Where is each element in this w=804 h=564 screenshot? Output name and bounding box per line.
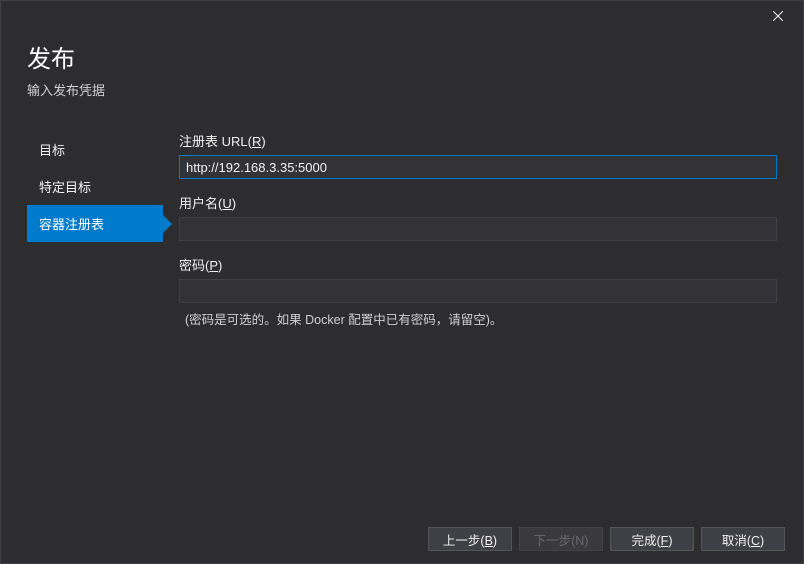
sidebar-item-label: 目标: [39, 143, 65, 158]
cancel-button[interactable]: 取消(C): [701, 527, 785, 551]
sidebar-item-target[interactable]: 目标: [27, 131, 163, 168]
main-content: 目标 特定目标 容器注册表 注册表 URL(R) 用户名(U) 密码(P): [1, 117, 803, 517]
dialog-subtitle: 输入发布凭据: [27, 80, 777, 99]
next-button: 下一步(N): [519, 527, 603, 551]
registry-url-group: 注册表 URL(R): [179, 131, 777, 179]
sidebar-item-label: 容器注册表: [39, 217, 104, 232]
password-input[interactable]: [179, 279, 777, 303]
registry-url-label: 注册表 URL(R): [179, 131, 777, 150]
username-group: 用户名(U): [179, 193, 777, 241]
password-help-text: (密码是可选的。如果 Docker 配置中已有密码，请留空)。: [179, 309, 777, 328]
close-button[interactable]: [763, 1, 793, 31]
password-label: 密码(P): [179, 255, 777, 274]
titlebar: [1, 1, 803, 31]
password-group: 密码(P) (密码是可选的。如果 Docker 配置中已有密码，请留空)。: [179, 255, 777, 328]
dialog-header: 发布 输入发布凭据: [1, 31, 803, 117]
dialog-title: 发布: [27, 39, 777, 74]
username-input[interactable]: [179, 217, 777, 241]
back-button[interactable]: 上一步(B): [428, 527, 512, 551]
form-area: 注册表 URL(R) 用户名(U) 密码(P) (密码是可选的。如果 Docke…: [163, 117, 777, 517]
close-icon: [773, 11, 783, 21]
finish-button[interactable]: 完成(F): [610, 527, 694, 551]
dialog-footer: 上一步(B) 下一步(N) 完成(F) 取消(C): [1, 515, 803, 563]
username-label: 用户名(U): [179, 193, 777, 212]
sidebar-item-label: 特定目标: [39, 180, 91, 195]
registry-url-input[interactable]: [179, 155, 777, 179]
sidebar-item-container-registry[interactable]: 容器注册表: [27, 205, 163, 242]
wizard-sidebar: 目标 特定目标 容器注册表: [27, 117, 163, 517]
sidebar-item-specific-target[interactable]: 特定目标: [27, 168, 163, 205]
